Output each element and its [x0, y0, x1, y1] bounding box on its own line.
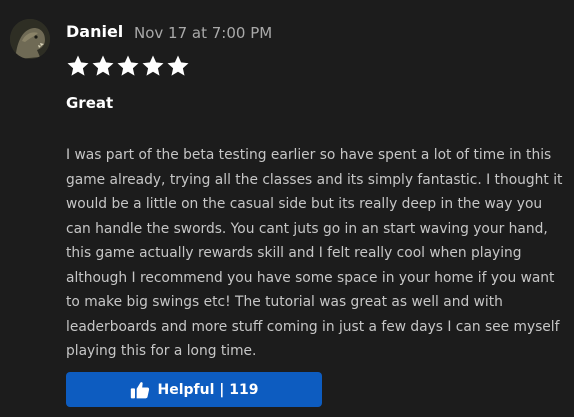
thumbs-up-icon [130, 381, 149, 398]
review-body: I was part of the beta testing earlier s… [66, 147, 563, 359]
star-icon [142, 55, 164, 76]
review-card: Daniel Nov 17 at 7:00 PM Great I was par… [0, 0, 574, 417]
helpful-label: Helpful | 119 [157, 381, 259, 398]
star-rating [66, 54, 190, 78]
avatar-image [10, 19, 50, 59]
review-timestamp: Nov 17 at 7:00 PM [134, 24, 273, 42]
helpful-button[interactable]: Helpful | 119 [66, 372, 322, 407]
star-icon [67, 55, 89, 76]
star-icon [117, 55, 139, 76]
star-icon [167, 55, 189, 76]
star-icon [92, 55, 114, 76]
avatar[interactable] [10, 19, 50, 59]
author-name[interactable]: Daniel [66, 22, 123, 42]
review-title: Great [66, 94, 114, 112]
